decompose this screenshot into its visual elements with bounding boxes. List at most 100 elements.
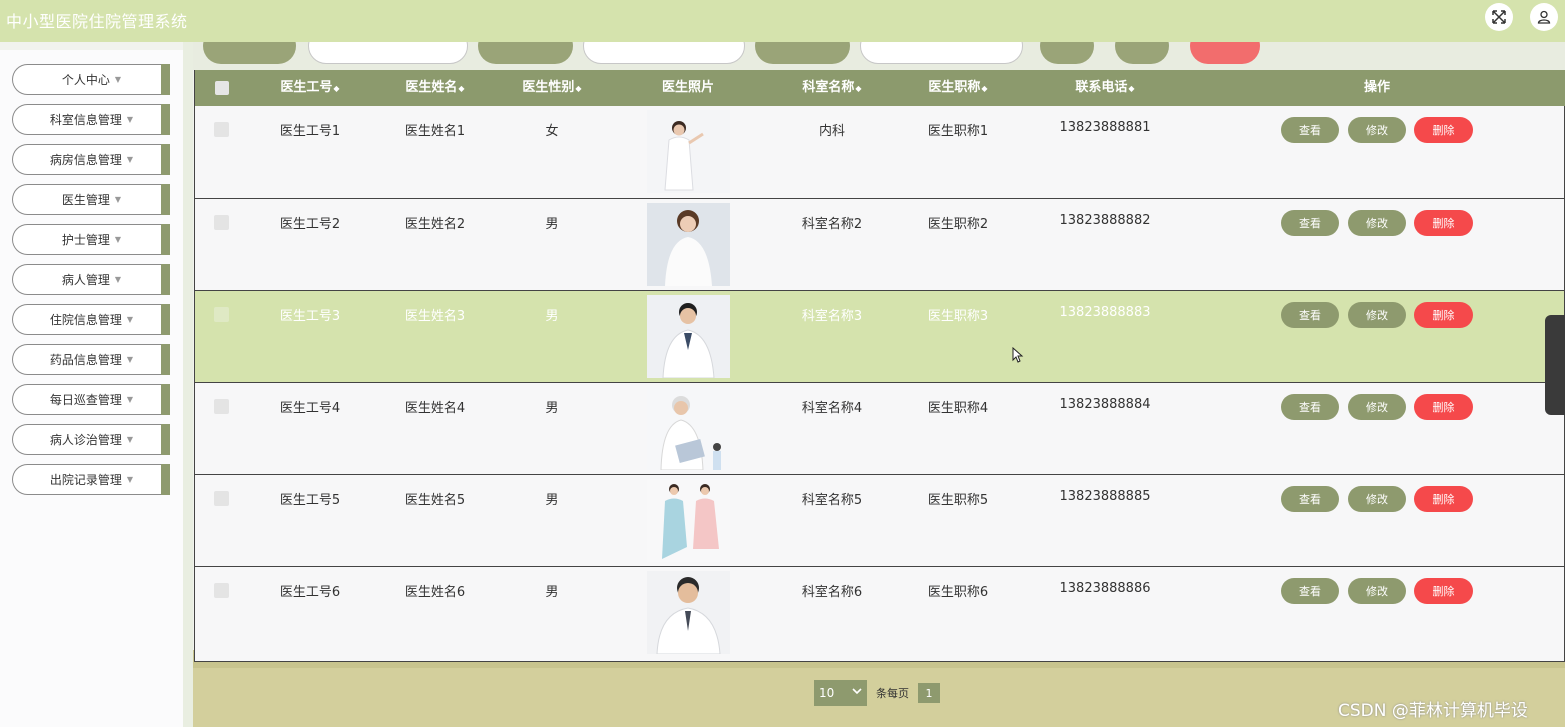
- row-checkbox[interactable]: [214, 491, 229, 506]
- sidebar-item-patient[interactable]: 病人管理 ▼: [12, 264, 170, 295]
- delete-button[interactable]: 删除: [1414, 486, 1473, 512]
- search-label-pill: [478, 42, 573, 64]
- edit-button[interactable]: 修改: [1348, 394, 1406, 420]
- delete-button[interactable]: 删除: [1414, 210, 1473, 236]
- delete-button[interactable]: 删除: [1414, 578, 1473, 604]
- cell-name: 医生姓名5: [404, 493, 466, 508]
- sort-icon: ◆: [575, 84, 582, 93]
- column-header-label: 医生姓名: [405, 80, 458, 95]
- caret-down-icon: ▼: [126, 115, 134, 124]
- caret-down-icon: ▼: [126, 155, 134, 164]
- sidebar-item-label: 病房信息管理: [49, 153, 122, 167]
- cell-phone: 13823888886: [1059, 581, 1151, 596]
- edit-button[interactable]: 修改: [1348, 578, 1406, 604]
- view-button[interactable]: 查看: [1281, 578, 1339, 604]
- table-row[interactable]: 医生工号5 医生姓名5 男 科室名称5 医生职称5 13823888885 查看…: [195, 474, 1564, 566]
- view-button[interactable]: 查看: [1281, 117, 1339, 143]
- column-header-id[interactable]: 医生工号◆: [265, 70, 355, 106]
- cell-gender: 男: [545, 585, 559, 600]
- side-handle[interactable]: [1545, 315, 1565, 415]
- sidebar-item-label: 每日巡查管理: [49, 393, 122, 407]
- caret-down-icon: ▼: [126, 355, 134, 364]
- search-input[interactable]: [308, 42, 468, 64]
- search-input[interactable]: [860, 42, 1023, 64]
- edit-button[interactable]: 修改: [1348, 302, 1406, 328]
- sidebar-item-label: 个人中心: [61, 73, 110, 87]
- view-button[interactable]: 查看: [1281, 486, 1339, 512]
- cell-dept: 科室名称4: [801, 401, 863, 416]
- view-button[interactable]: 查看: [1281, 394, 1339, 420]
- cell-name: 医生姓名2: [404, 217, 466, 232]
- sidebar-item-doctor[interactable]: 医生管理 ▼: [12, 184, 170, 215]
- column-header-title[interactable]: 医生职称◆: [913, 70, 1003, 106]
- edit-button[interactable]: 修改: [1348, 486, 1406, 512]
- add-button[interactable]: [1115, 42, 1169, 64]
- sidebar-item-treatment[interactable]: 病人诊治管理 ▼: [12, 424, 170, 455]
- doctor-photo: [647, 110, 730, 193]
- delete-button[interactable]: 删除: [1414, 302, 1473, 328]
- cell-id: 医生工号1: [279, 124, 341, 139]
- cell-dept: 科室名称3: [801, 309, 863, 324]
- sidebar-item-department[interactable]: 科室信息管理 ▼: [12, 104, 170, 135]
- cell-phone: 13823888885: [1059, 489, 1151, 504]
- view-button[interactable]: 查看: [1281, 210, 1339, 236]
- select-all-checkbox[interactable]: [215, 81, 229, 95]
- cell-id: 医生工号5: [279, 493, 341, 508]
- cell-dept: 科室名称6: [801, 585, 863, 600]
- cell-id: 医生工号3: [279, 309, 341, 324]
- cell-gender: 男: [545, 309, 559, 324]
- sidebar-divider: [183, 42, 193, 727]
- edit-button[interactable]: 修改: [1348, 117, 1406, 143]
- row-checkbox[interactable]: [214, 583, 229, 598]
- row-checkbox[interactable]: [214, 122, 229, 137]
- column-header-gender[interactable]: 医生性别◆: [507, 70, 597, 106]
- sidebar-item-label: 出院记录管理: [49, 473, 122, 487]
- table-row[interactable]: 医生工号6 医生姓名6 男 科室名称6 医生职称6 13823888886 查看…: [195, 566, 1564, 658]
- sidebar-item-admission[interactable]: 住院信息管理 ▼: [12, 304, 170, 335]
- column-header-label: 医生工号: [280, 80, 333, 95]
- table-row[interactable]: 医生工号4 医生姓名4 男 科室名称4 医生职称4 13823888884 查看…: [195, 382, 1564, 474]
- user-icon[interactable]: [1530, 3, 1558, 31]
- column-header-dept[interactable]: 科室名称◆: [787, 70, 877, 106]
- doctor-table: 医生工号◆ 医生姓名◆ 医生性别◆ 医生照片 科室名称◆ 医生职称◆ 联系电话◆…: [194, 70, 1565, 662]
- row-checkbox[interactable]: [214, 215, 229, 230]
- cell-dept: 科室名称2: [801, 217, 863, 232]
- table-row[interactable]: 医生工号3 医生姓名3 男 科室名称3 医生职称3 13823888883 查看…: [195, 290, 1564, 382]
- search-button[interactable]: [1040, 42, 1094, 64]
- batch-delete-button[interactable]: [1190, 42, 1260, 64]
- delete-button[interactable]: 删除: [1414, 117, 1473, 143]
- cell-id: 医生工号2: [279, 217, 341, 232]
- sidebar-item-daily-inspection[interactable]: 每日巡查管理 ▼: [12, 384, 170, 415]
- caret-down-icon: ▼: [114, 275, 122, 284]
- sort-icon: ◆: [855, 84, 862, 93]
- cell-phone: 13823888881: [1059, 120, 1151, 135]
- column-header-phone[interactable]: 联系电话◆: [1060, 70, 1150, 106]
- page-number[interactable]: 1: [918, 683, 940, 703]
- delete-button[interactable]: 删除: [1414, 394, 1473, 420]
- sidebar-item-discharge[interactable]: 出院记录管理 ▼: [12, 464, 170, 495]
- sort-icon: ◆: [1128, 84, 1135, 93]
- view-button[interactable]: 查看: [1281, 302, 1339, 328]
- sidebar-item-ward[interactable]: 病房信息管理 ▼: [12, 144, 170, 175]
- sort-icon: ◆: [981, 84, 988, 93]
- cell-phone: 13823888883: [1059, 305, 1151, 320]
- cell-id: 医生工号4: [279, 401, 341, 416]
- sidebar-item-medicine[interactable]: 药品信息管理 ▼: [12, 344, 170, 375]
- column-header-name[interactable]: 医生姓名◆: [390, 70, 480, 106]
- sidebar-item-nurse[interactable]: 护士管理 ▼: [12, 224, 170, 255]
- column-header-label: 医生职称: [928, 80, 981, 95]
- search-label-pill: [203, 42, 296, 64]
- row-checkbox[interactable]: [214, 307, 229, 322]
- table-row[interactable]: 医生工号2 医生姓名2 男 科室名称2 医生职称2 13823888882 查看…: [195, 198, 1564, 290]
- sidebar-item-label: 护士管理: [61, 233, 110, 247]
- sidebar-item-personal-center[interactable]: 个人中心 ▼: [12, 64, 170, 95]
- page-size-select[interactable]: 10: [814, 680, 867, 706]
- expand-icon[interactable]: [1485, 3, 1513, 31]
- table-row[interactable]: 医生工号1 医生姓名1 女 内科 医生职称1 13823888881 查看 修改…: [195, 106, 1564, 198]
- row-checkbox[interactable]: [214, 399, 229, 414]
- caret-down-icon: ▼: [126, 475, 134, 484]
- search-input[interactable]: [583, 42, 745, 64]
- column-header-actions: 操作: [1363, 80, 1390, 95]
- column-header-label: 科室名称: [802, 80, 855, 95]
- edit-button[interactable]: 修改: [1348, 210, 1406, 236]
